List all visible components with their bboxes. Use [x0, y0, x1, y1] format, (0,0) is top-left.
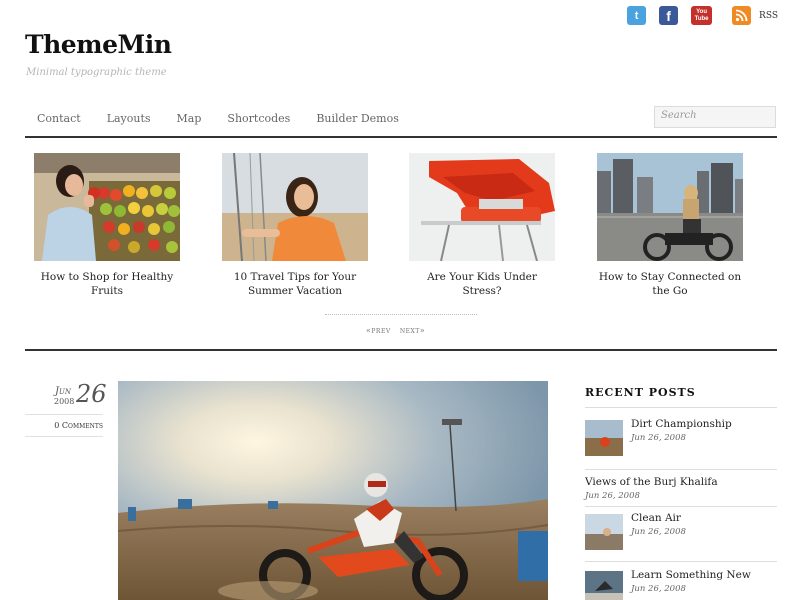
- slider-item[interactable]: How to Stay Connected on the Go: [596, 153, 744, 298]
- youtube-icon-text-top: You: [696, 8, 707, 15]
- recent-post-title[interactable]: Learn Something New: [631, 569, 751, 581]
- red-chair-photo[interactable]: [409, 153, 555, 261]
- post-comments-link[interactable]: 0 Comments: [25, 421, 103, 430]
- slider-item[interactable]: 10 Travel Tips for Your Summer Vacation: [221, 153, 369, 298]
- site-tagline: Minimal typographic theme: [26, 67, 167, 78]
- rss-glyph: [735, 9, 748, 22]
- slider-caption[interactable]: How to Stay Connected on the Go: [596, 270, 744, 298]
- recent-post-title[interactable]: Clean Air: [631, 512, 681, 524]
- meta-divider: [25, 414, 103, 415]
- content-divider: [25, 349, 777, 351]
- recent-post-thumbnail[interactable]: [585, 571, 623, 600]
- slider-next-button[interactable]: next»: [400, 326, 425, 335]
- facebook-icon[interactable]: f: [659, 6, 679, 25]
- recent-posts-heading: RECENT POSTS: [585, 386, 696, 399]
- sidebar-divider: [585, 407, 777, 408]
- search-input[interactable]: Search: [654, 106, 776, 128]
- main-nav: Contact Layouts Map Shortcodes Builder D…: [26, 112, 425, 125]
- social-links: t f You Tube RSS: [627, 6, 778, 25]
- site-logo[interactable]: ThemeMin: [25, 30, 172, 59]
- slider-pager: «prev next»: [366, 326, 425, 335]
- slider-divider: [325, 314, 477, 315]
- nav-item-map[interactable]: Map: [177, 112, 202, 125]
- post-date-day: 26: [76, 380, 107, 408]
- post-featured-image[interactable]: [118, 381, 548, 600]
- slider-caption[interactable]: 10 Travel Tips for Your Summer Vacation: [221, 270, 369, 298]
- post-date-year: 2008: [54, 397, 75, 406]
- fruit-market-photo[interactable]: [34, 153, 180, 261]
- nav-item-layouts[interactable]: Layouts: [107, 112, 151, 125]
- recent-post-date: Jun 26, 2008: [585, 491, 640, 501]
- sidebar-divider: [585, 506, 777, 507]
- slider-item[interactable]: Are Your Kids Under Stress?: [408, 153, 556, 298]
- rss-link[interactable]: RSS: [759, 11, 778, 21]
- rss-icon[interactable]: [732, 6, 752, 25]
- recent-post-date: Jun 26, 2008: [631, 584, 686, 594]
- motorcycle-city-photo[interactable]: [597, 153, 743, 261]
- sidebar-divider: [585, 561, 777, 562]
- meta-divider: [25, 436, 103, 437]
- recent-post-thumbnail[interactable]: [585, 514, 623, 550]
- post-date-month: Jun: [55, 386, 72, 397]
- nav-item-shortcodes[interactable]: Shortcodes: [227, 112, 290, 125]
- twitter-icon[interactable]: t: [627, 6, 647, 25]
- recent-post-date: Jun 26, 2008: [631, 433, 686, 443]
- recent-post-title[interactable]: Dirt Championship: [631, 418, 732, 430]
- recent-post-date: Jun 26, 2008: [631, 527, 686, 537]
- nav-divider: [25, 136, 777, 138]
- slider-caption[interactable]: How to Shop for Healthy Fruits: [33, 270, 181, 298]
- recent-post-title[interactable]: Views of the Burj Khalifa: [585, 476, 718, 488]
- slider-prev-button[interactable]: «prev: [366, 326, 391, 335]
- nav-item-contact[interactable]: Contact: [37, 112, 81, 125]
- sidebar-divider: [585, 469, 777, 470]
- nav-item-builder-demos[interactable]: Builder Demos: [316, 112, 399, 125]
- recent-post-thumbnail[interactable]: [585, 420, 623, 456]
- youtube-icon-text-bottom: Tube: [694, 15, 709, 22]
- woman-swing-photo[interactable]: [222, 153, 368, 261]
- slider-caption[interactable]: Are Your Kids Under Stress?: [408, 270, 556, 298]
- youtube-icon[interactable]: You Tube: [691, 6, 713, 25]
- slider-item[interactable]: How to Shop for Healthy Fruits: [33, 153, 181, 298]
